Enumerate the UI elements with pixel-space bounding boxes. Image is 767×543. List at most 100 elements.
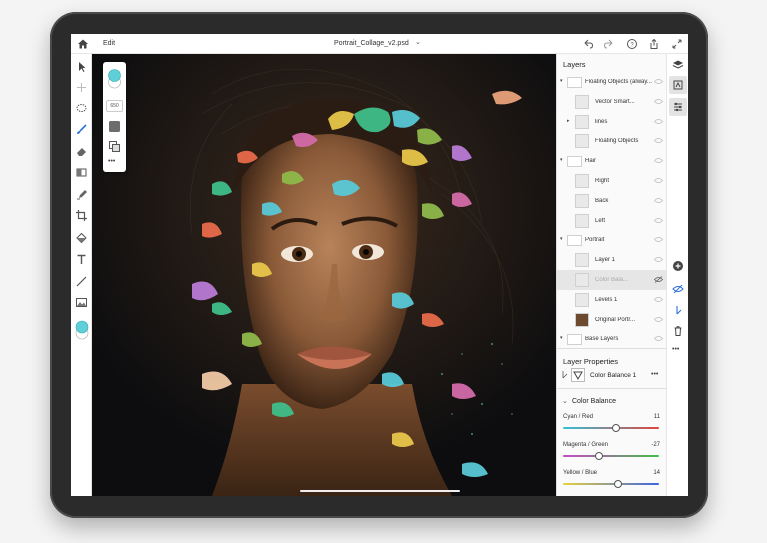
visibility-icon[interactable]	[672, 283, 684, 295]
layer-name: Original Portr...	[595, 316, 636, 323]
chevron-right-icon[interactable]: ▸	[567, 118, 570, 124]
fullscreen-icon[interactable]	[671, 38, 683, 50]
color-picker-icon[interactable]	[107, 68, 122, 90]
home-icon[interactable]	[77, 38, 89, 50]
slider-handle[interactable]	[611, 424, 620, 432]
layer-row[interactable]: Back	[557, 191, 667, 211]
layer-name: lines	[595, 118, 608, 125]
eye-icon[interactable]	[654, 197, 663, 204]
more-icon[interactable]: •••	[108, 158, 115, 165]
slider-value[interactable]: 14	[653, 470, 660, 476]
line-icon[interactable]	[75, 275, 88, 288]
eye-icon[interactable]	[654, 177, 663, 184]
chevron-down-icon[interactable]: ⌄	[415, 38, 421, 46]
eye-hidden-icon[interactable]	[654, 276, 663, 283]
layer-properties-more-icon[interactable]: •••	[651, 371, 658, 378]
document-title[interactable]: Portrait_Collage_v2.psd	[334, 40, 409, 47]
eye-icon[interactable]	[654, 98, 663, 105]
slider-label: Yellow / Blue	[563, 470, 598, 476]
color-balance-thumb-icon	[571, 368, 585, 382]
more-icon[interactable]: •••	[672, 346, 679, 353]
brush-icon[interactable]	[75, 123, 88, 136]
gradient-icon[interactable]	[75, 166, 88, 179]
layer-group-row[interactable]: ▾ Portrait	[557, 230, 667, 250]
layer-thumbnail	[575, 292, 589, 307]
eye-icon[interactable]	[654, 256, 663, 263]
chevron-down-icon[interactable]: ▾	[560, 335, 563, 341]
slider-value[interactable]: -27	[651, 442, 660, 448]
layer-thumbnail	[575, 253, 589, 268]
move-icon[interactable]	[75, 60, 88, 73]
image-icon[interactable]	[75, 296, 88, 309]
layer-group-row[interactable]: ▾ Base Layers	[557, 329, 667, 349]
layer-row[interactable]: Vector Smart...	[557, 92, 667, 112]
eye-icon[interactable]	[654, 335, 663, 342]
layer-name: Base Layers	[585, 336, 619, 343]
properties-icon[interactable]	[672, 101, 684, 113]
layer-group-row[interactable]: ▾ Floating Objects (alway...	[557, 72, 667, 92]
layer-group-row[interactable]: ▾ Hair	[557, 151, 667, 171]
edit-menu[interactable]: Edit	[103, 40, 115, 47]
eye-icon[interactable]	[654, 137, 663, 144]
layer-name: Floating Objects	[595, 138, 639, 145]
layer-row[interactable]: Color Bala...	[557, 270, 667, 290]
chevron-down-icon[interactable]: ▾	[560, 236, 563, 242]
layer-thumbnail	[575, 273, 589, 287]
clone-stamp-icon[interactable]	[75, 188, 88, 201]
share-icon[interactable]	[648, 38, 660, 50]
eye-icon[interactable]	[654, 296, 663, 303]
slider-handle[interactable]	[613, 480, 622, 488]
layer-row[interactable]: Right	[557, 171, 667, 191]
layer-row[interactable]: Levels 1	[557, 290, 667, 310]
layer-thumbnail	[575, 174, 589, 188]
brush-options-palette: 650 •••	[103, 62, 126, 172]
eye-icon[interactable]	[654, 236, 663, 243]
tool-bar	[71, 54, 92, 496]
slider-label: Cyan / Red	[563, 414, 594, 420]
eye-icon[interactable]	[654, 316, 663, 323]
fill-icon[interactable]	[75, 231, 88, 244]
layer-name: Right	[595, 178, 610, 184]
delete-icon[interactable]	[672, 325, 684, 337]
chevron-down-icon[interactable]: ▾	[560, 157, 563, 163]
slider-handle[interactable]	[594, 452, 603, 460]
layer-properties-name[interactable]: Color Balance 1	[590, 372, 636, 379]
layer-row[interactable]: ▸ lines	[557, 112, 667, 132]
layer-row[interactable]: Left	[557, 211, 667, 231]
layer-thumbnail	[575, 94, 589, 109]
add-icon[interactable]	[75, 81, 88, 94]
crop-icon[interactable]	[75, 209, 88, 222]
brush-opacity-icon[interactable]	[108, 120, 121, 133]
eraser-icon[interactable]	[75, 145, 88, 158]
adjustment-layer-icon[interactable]	[672, 79, 684, 91]
fx-icon[interactable]	[672, 304, 684, 316]
eye-icon[interactable]	[654, 78, 663, 85]
layer-row[interactable]: Floating Objects	[557, 131, 667, 151]
brush-size-value[interactable]: 650	[106, 100, 123, 112]
help-icon[interactable]: ?	[626, 38, 638, 50]
lasso-icon[interactable]	[75, 102, 88, 115]
redo-icon[interactable]	[603, 38, 615, 50]
type-icon[interactable]	[75, 253, 88, 266]
layers-icon[interactable]	[672, 59, 684, 71]
layer-row[interactable]: Original Portr...	[557, 310, 667, 330]
slider-value[interactable]: 11	[654, 414, 660, 420]
canvas[interactable]: 650 •••	[92, 54, 556, 496]
chevron-down-icon[interactable]: ▾	[560, 78, 563, 84]
slider-track[interactable]	[563, 483, 659, 485]
eye-icon[interactable]	[654, 157, 663, 164]
color-swatch-icon[interactable]	[75, 320, 89, 342]
undo-icon[interactable]	[582, 38, 594, 50]
chevron-down-icon[interactable]: ⌄	[562, 397, 568, 405]
eye-icon[interactable]	[654, 118, 663, 125]
blend-icon[interactable]	[108, 140, 121, 153]
layer-row[interactable]: Layer 1	[557, 250, 667, 270]
right-rail: •••	[666, 54, 688, 496]
add-layer-icon[interactable]	[672, 260, 684, 272]
slider-label: Magenta / Green	[563, 442, 609, 448]
eye-icon[interactable]	[654, 217, 663, 224]
folder-icon	[567, 334, 582, 346]
layer-name: Hair	[585, 158, 597, 165]
slider-track[interactable]	[563, 455, 659, 457]
layer-thumbnail	[575, 312, 589, 327]
